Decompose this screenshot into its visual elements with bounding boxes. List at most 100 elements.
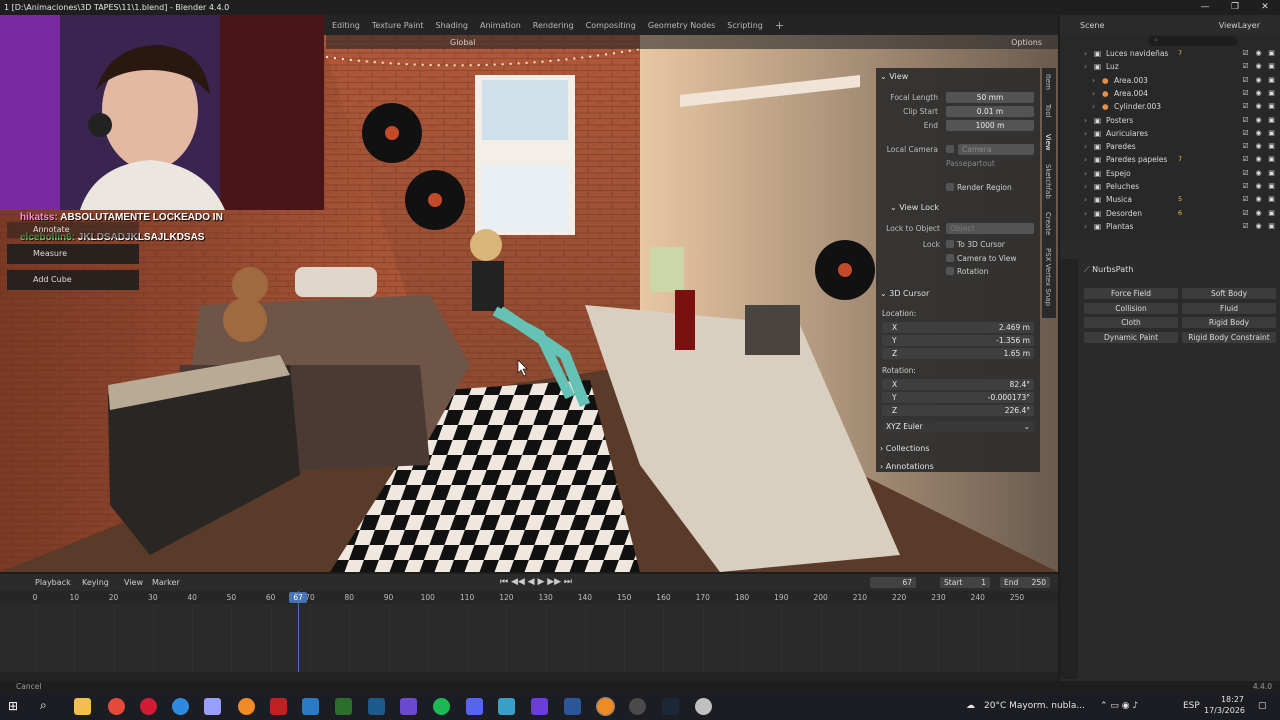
checkbox-icon[interactable]: ☑ (1241, 207, 1250, 220)
view-section-header[interactable]: ⌄ View (880, 72, 908, 81)
tab-view[interactable]: View (1044, 134, 1052, 151)
eye-icon[interactable]: ◉ (1254, 114, 1263, 127)
eye-icon[interactable]: ◉ (1254, 153, 1263, 166)
timeline-ruler[interactable]: 0 10 20 30 40 50 60 70 80 90 100 110 120 130 140 150 160… (0, 591, 1058, 604)
app-icon[interactable] (400, 698, 417, 715)
outliner-row[interactable]: › ▣ Desorden 6 ☑ ◉ ▣ (1060, 207, 1280, 220)
weather-text[interactable]: 20°C Mayorm. nubla... (984, 701, 1085, 711)
windows-start-icon[interactable]: ⊞ (8, 699, 18, 713)
checkbox-icon[interactable]: ☑ (1241, 100, 1250, 113)
outliner-row[interactable]: › ● Area.003 ☑ ◉ ▣ (1060, 74, 1280, 87)
tool-add-cube[interactable]: Add Cube (7, 270, 139, 290)
pycharm-icon[interactable] (335, 698, 352, 715)
tab-compositing[interactable]: Compositing (580, 21, 642, 30)
checkbox-icon[interactable]: ☑ (1241, 140, 1250, 153)
minimize-button[interactable]: — (1190, 0, 1220, 15)
tab-animation[interactable]: Animation (474, 21, 527, 30)
maximize-button[interactable]: ❐ (1220, 0, 1250, 15)
eye-icon[interactable]: ◉ (1254, 180, 1263, 193)
camera-icon[interactable]: ▣ (1267, 47, 1276, 60)
focal-length-field[interactable]: 50 mm (946, 92, 1034, 103)
expand-arrow-icon[interactable]: › (1084, 127, 1087, 140)
file-explorer-icon[interactable] (74, 698, 91, 715)
camera-icon[interactable]: ▣ (1267, 127, 1276, 140)
camera-icon[interactable]: ▣ (1267, 167, 1276, 180)
tab-create[interactable]: Create (1044, 212, 1052, 235)
checkbox-icon[interactable]: ☑ (1241, 180, 1250, 193)
scene-selector[interactable]: Scene (1080, 21, 1104, 30)
search-icon[interactable]: ⌕ (40, 698, 47, 713)
eye-icon[interactable]: ◉ (1254, 193, 1263, 206)
photos-icon[interactable] (302, 698, 319, 715)
checkbox-icon[interactable]: ☑ (1241, 127, 1250, 140)
camera-icon[interactable]: ▣ (1267, 193, 1276, 206)
view-menu[interactable]: View (124, 578, 143, 587)
outliner-row[interactable]: › ▣ Luz ☑ ◉ ▣ (1060, 60, 1280, 73)
collections-section-header[interactable]: › Collections (880, 444, 930, 453)
playback-controls[interactable]: ⏮ ◀◀ ◀ ▶ ▶▶ ⏭ (500, 577, 572, 587)
tab-scripting[interactable]: Scripting (721, 21, 769, 30)
options-button[interactable]: Options (1007, 38, 1046, 47)
start-frame-field[interactable]: Start 1 (940, 577, 990, 588)
cursor-location-z[interactable]: Z 1.65 m (882, 348, 1034, 359)
tab-psx-vertex-snap[interactable]: PSX Vertex Snap (1044, 248, 1052, 306)
playback-menu[interactable]: Playback (35, 578, 71, 587)
lock-3d-cursor-checkbox[interactable] (946, 240, 954, 248)
timeline-keyframe-area[interactable] (0, 604, 1058, 672)
annotations-section-header[interactable]: › Annotations (880, 462, 934, 471)
camera-icon[interactable]: ▣ (1267, 153, 1276, 166)
tab-tool[interactable]: Tool (1044, 104, 1052, 118)
expand-arrow-icon[interactable]: › (1092, 74, 1095, 87)
eye-icon[interactable]: ◉ (1254, 167, 1263, 180)
notifications-icon[interactable]: ▢ (1258, 701, 1267, 711)
settings-icon[interactable] (629, 698, 646, 715)
outliner-row[interactable]: › ● Area.004 ☑ ◉ ▣ (1060, 87, 1280, 100)
checkbox-icon[interactable]: ☑ (1241, 47, 1250, 60)
lock-to-object-field[interactable]: Object (946, 223, 1034, 234)
tab-editing[interactable]: Editing (326, 21, 366, 30)
app-icon[interactable] (531, 698, 548, 715)
camera-icon[interactable]: ▣ (1267, 140, 1276, 153)
eye-icon[interactable]: ◉ (1254, 100, 1263, 113)
eye-icon[interactable]: ◉ (1254, 140, 1263, 153)
lock-rotation-checkbox[interactable] (946, 267, 954, 275)
physics-button[interactable]: Rigid Body (1182, 317, 1276, 328)
expand-arrow-icon[interactable]: › (1084, 167, 1087, 180)
expand-arrow-icon[interactable]: › (1084, 153, 1087, 166)
outliner-row[interactable]: › ▣ Posters ☑ ◉ ▣ (1060, 114, 1280, 127)
app-icon[interactable] (204, 698, 221, 715)
expand-arrow-icon[interactable]: › (1084, 140, 1087, 153)
outliner-row[interactable]: › ▣ Luces navideñas 7 ☑ ◉ ▣ (1060, 47, 1280, 60)
outliner-search-input[interactable]: ⌕ (1148, 36, 1238, 46)
outliner-row[interactable]: › ▣ Musica 5 ☑ ◉ ▣ (1060, 193, 1280, 206)
steam-icon[interactable] (662, 698, 679, 715)
camera-icon[interactable]: ▣ (1267, 87, 1276, 100)
playhead[interactable] (298, 591, 300, 681)
tab-item[interactable]: Item (1044, 74, 1052, 90)
checkbox-icon[interactable]: ☑ (1241, 153, 1250, 166)
checkbox-icon[interactable]: ☑ (1241, 74, 1250, 87)
add-workspace-button[interactable]: + (769, 19, 790, 32)
eye-icon[interactable]: ◉ (1254, 47, 1263, 60)
opera-icon[interactable] (140, 698, 157, 715)
keying-menu[interactable]: Keying (82, 578, 109, 587)
marker-menu[interactable]: Marker (152, 578, 180, 587)
outliner-row[interactable]: › ▣ Paredes papeles 7 ☑ ◉ ▣ (1060, 153, 1280, 166)
expand-arrow-icon[interactable]: › (1084, 193, 1087, 206)
rotation-mode-dropdown[interactable]: XYZ Euler ⌄ (882, 421, 1034, 432)
render-region-checkbox[interactable] (946, 183, 954, 191)
cursor-rotation-z[interactable]: Z 226.4° (882, 405, 1034, 416)
outliner-row[interactable]: › ● Cylinder.003 ☑ ◉ ▣ (1060, 100, 1280, 113)
camera-icon[interactable]: ▣ (1267, 207, 1276, 220)
expand-arrow-icon[interactable]: › (1084, 47, 1087, 60)
cursor-rotation-x[interactable]: X 82.4° (882, 379, 1034, 390)
eye-icon[interactable]: ◉ (1254, 60, 1263, 73)
view-layer-selector[interactable]: ViewLayer (1219, 21, 1260, 30)
blender-taskbar-icon[interactable] (238, 698, 255, 715)
outliner-row[interactable]: › ▣ Peluches ☑ ◉ ▣ (1060, 180, 1280, 193)
outliner-row[interactable]: › ▣ Plantas ☑ ◉ ▣ (1060, 220, 1280, 233)
expand-arrow-icon[interactable]: › (1084, 220, 1087, 233)
local-camera-checkbox[interactable] (946, 145, 954, 153)
checkbox-icon[interactable]: ☑ (1241, 60, 1250, 73)
expand-arrow-icon[interactable]: › (1084, 60, 1087, 73)
